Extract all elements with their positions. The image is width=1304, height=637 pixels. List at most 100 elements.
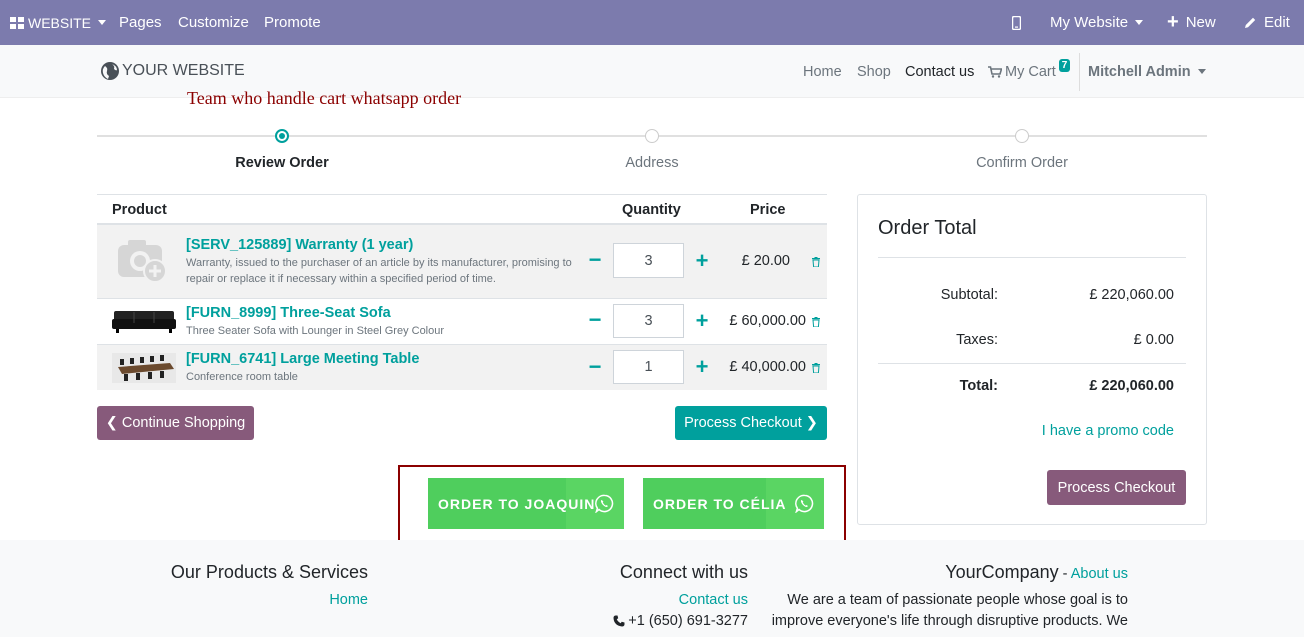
product-image-sofa xyxy=(112,307,176,338)
phone-icon xyxy=(613,615,625,627)
total-value: £ 220,060.00 xyxy=(1089,378,1174,394)
edit-button[interactable]: Edit xyxy=(1244,0,1290,45)
title-separator: - xyxy=(1058,566,1071,582)
site-logo[interactable]: YOUR WEBSITE xyxy=(100,61,245,81)
quantity-input[interactable] xyxy=(613,243,684,278)
footer: Our Products & Services Home Connect wit… xyxy=(0,540,1304,637)
process-checkout-label: Process Checkout xyxy=(684,415,802,431)
divider xyxy=(878,257,1186,258)
nav-my-cart[interactable]: My Cart 7 xyxy=(988,45,1071,98)
whatsapp-order-box: ORDER TO JOAQUIN ORDER TO CÉLIA xyxy=(398,465,846,546)
whatsapp-icon xyxy=(595,494,614,513)
footer-connect-title: Connect with us xyxy=(619,562,748,582)
user-menu[interactable]: Mitchell Admin xyxy=(1088,45,1206,98)
header-price: Price xyxy=(750,202,786,218)
my-website-menu[interactable]: My Website xyxy=(1050,0,1144,45)
step-address[interactable]: Address xyxy=(552,155,752,171)
order-to-joaquin-label: ORDER TO JOAQUIN xyxy=(438,495,596,512)
cart-icon xyxy=(988,65,1002,78)
subtotal-label: Subtotal: xyxy=(940,287,998,303)
product-name-link[interactable]: [FURN_8999] Three-Seat Sofa xyxy=(186,305,391,321)
cart-count-badge: 7 xyxy=(1058,59,1071,72)
apps-grid-icon xyxy=(10,16,24,29)
promo-code-link[interactable]: I have a promo code xyxy=(1042,423,1174,439)
product-name-link[interactable]: [FURN_6741] Large Meeting Table xyxy=(186,351,419,367)
nav-contact-us[interactable]: Contact us xyxy=(905,45,974,98)
chevron-left-icon: ❮ xyxy=(105,415,118,431)
decrease-quantity-button[interactable]: − xyxy=(587,309,603,331)
trash-icon[interactable] xyxy=(811,363,821,373)
order-to-joaquin-button[interactable]: ORDER TO JOAQUIN xyxy=(428,478,624,529)
mobile-icon xyxy=(1012,15,1021,30)
footer-phone: +1 (650) 691-3277 xyxy=(613,613,748,629)
new-button[interactable]: + New xyxy=(1167,0,1216,45)
chevron-down-icon xyxy=(1197,69,1206,74)
table-header: Product Quantity Price xyxy=(97,194,827,225)
product-name-link[interactable]: [SERV_125889] Warranty (1 year) xyxy=(186,237,413,253)
cart-table: Product Quantity Price [SERV_125889] War… xyxy=(97,194,827,390)
about-us-link[interactable]: About us xyxy=(1071,566,1128,582)
meeting-table-image xyxy=(112,353,176,383)
order-to-celia-button[interactable]: ORDER TO CÉLIA xyxy=(643,478,824,529)
footer-products-title: Our Products & Services xyxy=(170,562,368,582)
header-quantity: Quantity xyxy=(622,202,681,218)
footer-about-text-line2: improve everyone's life through disrupti… xyxy=(771,613,1128,629)
logo-text: YOUR WEBSITE xyxy=(122,62,245,79)
footer-about-text-line1: We are a team of passionate people whose… xyxy=(787,592,1128,608)
quantity-input[interactable] xyxy=(613,304,684,338)
order-total-card: Order Total Subtotal: £ 220,060.00 Taxes… xyxy=(857,194,1207,525)
website-menu[interactable]: WEBSITE xyxy=(10,0,107,45)
trash-icon[interactable] xyxy=(811,317,821,327)
step-confirm-order[interactable]: Confirm Order xyxy=(922,155,1122,171)
product-price: £ 20.00 xyxy=(741,253,790,269)
footer-home-link[interactable]: Home xyxy=(329,592,368,608)
divider xyxy=(878,363,1186,364)
nav-shop[interactable]: Shop xyxy=(857,45,891,98)
chevron-right-icon: ❯ xyxy=(805,415,818,431)
annotation-text: Team who handle cart whatsapp order xyxy=(187,88,462,108)
step-review-order: Review Order xyxy=(235,155,329,171)
total-label: Total: xyxy=(959,378,998,394)
mobile-preview-button[interactable] xyxy=(1012,0,1021,45)
order-to-celia-label: ORDER TO CÉLIA xyxy=(653,495,787,512)
website-menu-label: WEBSITE xyxy=(28,14,92,31)
company-name: YourCompany xyxy=(945,562,1059,582)
edit-label: Edit xyxy=(1264,14,1290,31)
step-dot-address xyxy=(645,129,659,143)
camera-add-icon xyxy=(118,240,167,283)
decrease-quantity-button[interactable]: − xyxy=(587,249,603,271)
step-dot-confirm xyxy=(1015,129,1029,143)
taxes-value: £ 0.00 xyxy=(1133,332,1174,348)
quantity-input[interactable] xyxy=(613,350,684,384)
continue-shopping-button[interactable]: ❮ Continue Shopping xyxy=(97,406,254,440)
footer-contact-link[interactable]: Contact us xyxy=(679,592,748,608)
cart-label: My Cart xyxy=(1005,63,1056,80)
chevron-down-icon xyxy=(98,20,107,25)
product-price: £ 40,000.00 xyxy=(729,359,806,375)
step-dot-review xyxy=(275,129,289,143)
process-checkout-button[interactable]: Process Checkout ❯ xyxy=(675,406,827,440)
footer-company-title: YourCompany - About us xyxy=(945,562,1128,583)
header-product: Product xyxy=(112,202,167,218)
continue-shopping-label: Continue Shopping xyxy=(121,415,246,431)
product-description: Three Seater Sofa with Lounger in Steel … xyxy=(186,325,445,337)
trash-icon[interactable] xyxy=(811,257,821,267)
table-row: [FURN_8999] Three-Seat Sofa Three Seater… xyxy=(97,299,827,345)
decrease-quantity-button[interactable]: − xyxy=(587,356,603,378)
plus-icon: + xyxy=(1167,11,1179,33)
nav-home[interactable]: Home xyxy=(803,45,842,98)
chevron-down-icon xyxy=(1135,20,1144,25)
pages-menu[interactable]: Pages xyxy=(119,0,162,45)
sofa-image xyxy=(112,311,176,333)
taxes-label: Taxes: xyxy=(956,332,998,348)
new-label: New xyxy=(1185,14,1216,31)
customize-menu[interactable]: Customize xyxy=(178,0,249,45)
product-price: £ 60,000.00 xyxy=(729,313,806,329)
product-description: Warranty, issued to the purchaser of an … xyxy=(186,257,572,285)
footer-phone-number: +1 (650) 691-3277 xyxy=(628,613,748,629)
product-image-table xyxy=(112,353,176,386)
table-row: [SERV_125889] Warranty (1 year) Warranty… xyxy=(97,225,827,299)
promote-menu[interactable]: Promote xyxy=(264,0,321,45)
nav-divider xyxy=(1079,53,1080,91)
process-checkout-button-secondary[interactable]: Process Checkout xyxy=(1047,470,1186,505)
